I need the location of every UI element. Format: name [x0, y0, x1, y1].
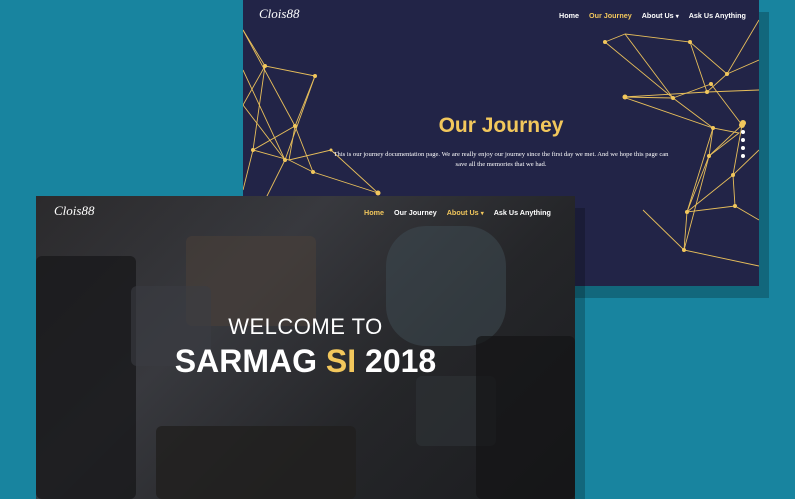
hero-welcome-text: WELCOME TO — [228, 314, 383, 339]
brand-logo[interactable]: Clois88 — [54, 203, 94, 219]
slide-dot[interactable] — [741, 146, 745, 150]
nav-ask-us-anything[interactable]: Ask Us Anything — [494, 208, 551, 217]
nav-home[interactable]: Home — [364, 208, 384, 217]
main-nav: Home Our Journey About Us ▾ Ask Us Anythi… — [559, 11, 746, 20]
hero-heading-part1: SARMAG — [174, 343, 317, 379]
home-screenshot: Clois88 Home Our Journey About Us ▾ Ask U… — [36, 196, 575, 499]
nav-home[interactable]: Home — [559, 11, 579, 20]
brand-logo[interactable]: Clois88 — [259, 6, 299, 22]
nav-our-journey[interactable]: Our Journey — [394, 208, 437, 217]
hero-heading-part2: 2018 — [365, 343, 437, 379]
page-description: This is our journey documentation page. … — [333, 151, 669, 168]
nav-ask-us-anything[interactable]: Ask Us Anything — [689, 11, 746, 20]
slide-dot[interactable] — [741, 138, 745, 142]
nav-about-us[interactable]: About Us ▾ — [447, 208, 484, 217]
slide-indicator — [740, 120, 746, 158]
nav-our-journey[interactable]: Our Journey — [589, 11, 632, 20]
slide-dot[interactable] — [741, 130, 745, 134]
nav-about-us[interactable]: About Us ▾ — [642, 11, 679, 20]
hero-heading-highlight: SI — [325, 343, 357, 379]
nav-about-us-label: About Us — [446, 208, 479, 217]
main-nav: Home Our Journey About Us ▾ Ask Us Anythi… — [364, 208, 551, 217]
chevron-down-icon: ▾ — [675, 14, 679, 20]
hero-heading: SARMAG SI 2018 — [36, 343, 575, 380]
slide-dot[interactable] — [740, 120, 746, 126]
page-title: Our Journey — [438, 114, 564, 137]
chevron-down-icon: ▾ — [480, 211, 484, 217]
slide-dot[interactable] — [741, 154, 745, 158]
nav-about-us-label: About Us — [641, 11, 674, 20]
